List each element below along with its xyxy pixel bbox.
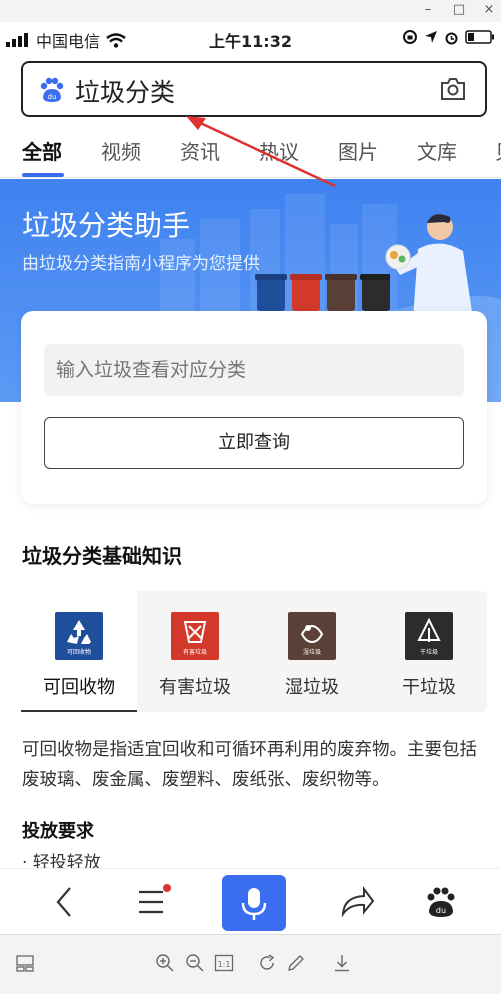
requirements-title: 投放要求 <box>22 821 94 842</box>
tab-video[interactable]: 视频 <box>101 136 141 165</box>
bottom-nav-bar: du <box>0 868 501 934</box>
tab-library[interactable]: 文库 <box>417 136 457 165</box>
category-label: 湿垃圾 <box>285 677 339 698</box>
trash-bins-illustration <box>255 274 390 311</box>
menu-icon[interactable] <box>121 869 181 935</box>
rotate-icon[interactable] <box>257 953 277 973</box>
hazardous-sign-icon: 有害垃圾 <box>171 612 219 660</box>
query-button[interactable]: 立即查询 <box>44 417 464 469</box>
active-tab-indicator <box>22 173 64 177</box>
tab-all[interactable]: 全部 <box>22 136 62 165</box>
baidu-home-icon[interactable]: du <box>411 869 471 935</box>
actual-size-icon[interactable]: 1:1 <box>214 953 234 973</box>
category-hazardous[interactable]: 有害垃圾 有害垃圾 <box>137 591 253 712</box>
svg-text:有害垃圾: 有害垃圾 <box>183 648 207 656</box>
category-dry[interactable]: 干垃圾 干垃圾 <box>371 591 487 712</box>
banner-title: 垃圾分类助手 <box>22 209 191 242</box>
annotation-arrow <box>186 116 336 188</box>
tab-images[interactable]: 图片 <box>338 136 378 165</box>
minimize-button[interactable]: – <box>420 2 436 18</box>
voice-search-button[interactable] <box>222 875 286 931</box>
section-title: 垃圾分类基础知识 <box>22 544 182 568</box>
zoom-out-icon[interactable] <box>185 953 205 973</box>
back-icon[interactable] <box>34 869 94 935</box>
category-recyclable[interactable]: 可回收物 可回收物 <box>21 591 137 712</box>
garbage-search-input[interactable] <box>44 344 464 396</box>
baidu-paw-icon: du <box>40 77 64 102</box>
svg-text:1:1: 1:1 <box>218 960 231 969</box>
location-icon <box>425 31 437 43</box>
svg-text:可回收物: 可回收物 <box>67 648 91 656</box>
category-label: 有害垃圾 <box>159 677 231 698</box>
battery-icon <box>465 30 494 44</box>
maximize-button[interactable]: □ <box>451 2 467 18</box>
layout-icon[interactable] <box>15 953 35 973</box>
dry-waste-sign-icon: 干垃圾 <box>405 612 453 660</box>
category-selector: 可回收物 可回收物 有害垃圾 有害垃圾 湿垃圾 湿垃圾 干垃圾 干垃圾 <box>21 591 487 712</box>
category-label: 干垃圾 <box>402 677 456 698</box>
alarm-icon <box>445 32 458 44</box>
svg-text:干垃圾: 干垃圾 <box>420 648 438 656</box>
download-icon[interactable] <box>332 953 352 973</box>
category-wet[interactable]: 湿垃圾 湿垃圾 <box>254 591 370 712</box>
share-icon[interactable] <box>326 869 386 935</box>
banner-subtitle: 由垃圾分类指南小程序为您提供 <box>22 254 260 274</box>
window-title-bar: – □ × <box>0 0 501 22</box>
svg-text:du: du <box>48 93 57 101</box>
status-bar: 中国电信 上午11:32 <box>0 22 501 54</box>
search-box[interactable]: du 垃圾分类 <box>21 61 487 117</box>
wet-waste-sign-icon: 湿垃圾 <box>288 612 336 660</box>
zoom-in-icon[interactable] <box>155 953 175 973</box>
orientation-lock-icon <box>403 30 417 44</box>
edit-pen-icon[interactable] <box>286 953 306 973</box>
query-card: 立即查询 <box>21 311 487 504</box>
svg-text:湿垃圾: 湿垃圾 <box>303 648 321 656</box>
search-query[interactable]: 垃圾分类 <box>75 73 175 109</box>
category-label: 可回收物 <box>43 677 115 698</box>
close-button[interactable]: × <box>481 2 497 18</box>
category-description: 可回收物是指适宜回收和可循环再利用的废弃物。主要包括废玻璃、废金属、废塑料、废纸… <box>22 740 477 790</box>
viewer-toolbar: 1:1 <box>0 934 501 994</box>
tab-more[interactable]: 贝 <box>495 136 501 165</box>
microphone-icon <box>241 888 267 920</box>
camera-icon[interactable] <box>439 76 467 102</box>
svg-text:du: du <box>436 906 446 915</box>
recyclable-sign-icon: 可回收物 <box>55 612 103 660</box>
active-category-indicator <box>21 710 137 712</box>
